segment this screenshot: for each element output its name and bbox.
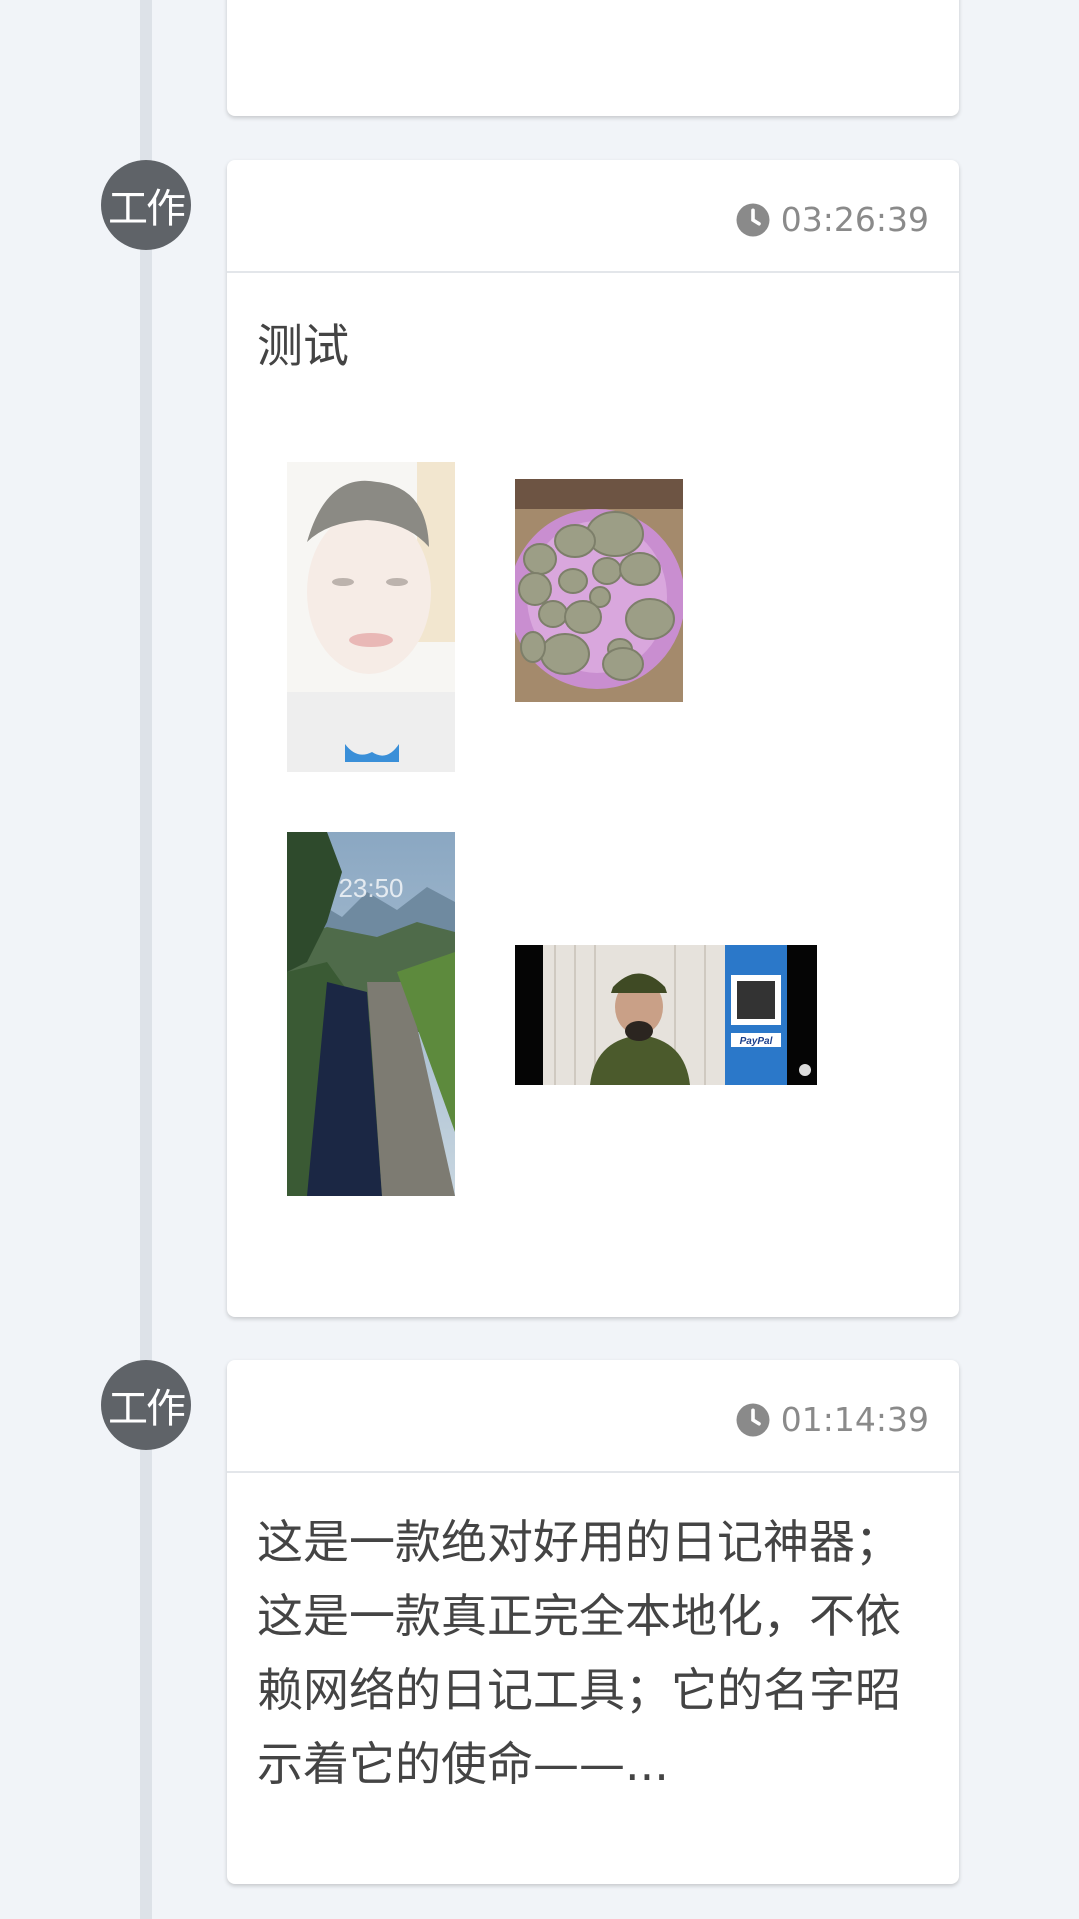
category-badge: 工作 bbox=[101, 160, 191, 250]
time-text: 01:14:39 bbox=[780, 1400, 929, 1439]
photo-video-frame[interactable]: PayPal bbox=[515, 945, 817, 1085]
entry-text: 这是一款绝对好用的日记神器；这是一款真正完全本地化，不依赖网络的日记工具；它的名… bbox=[257, 1515, 901, 1791]
photo-selfie[interactable] bbox=[287, 462, 455, 772]
clock-icon bbox=[736, 203, 770, 236]
diary-entry-card[interactable]: 03:26:39 测试 23:50 PayPal bbox=[227, 160, 959, 1317]
paypal-label: PayPal bbox=[740, 1036, 773, 1047]
clock-icon bbox=[736, 1403, 770, 1436]
diary-entry-card[interactable]: 01:14:39 这是一款绝对好用的日记神器；这是一款真正完全本地化，不依赖网络… bbox=[227, 1360, 959, 1884]
photo-lockscreen[interactable]: 23:50 bbox=[287, 832, 455, 1196]
category-label: 工作 bbox=[108, 1386, 186, 1432]
entry-title: 测试 bbox=[257, 319, 349, 373]
entry-time: 03:26:39 bbox=[735, 200, 929, 239]
lockscreen-clock: 23:50 bbox=[338, 873, 403, 903]
time-text: 03:26:39 bbox=[780, 200, 929, 239]
entry-header: 01:14:39 bbox=[227, 1360, 959, 1473]
photo-potatoes[interactable] bbox=[515, 479, 683, 702]
timeline-line bbox=[140, 0, 152, 1919]
category-badge: 工作 bbox=[101, 1360, 191, 1450]
diary-entry-card-previous[interactable] bbox=[227, 0, 959, 116]
category-label: 工作 bbox=[108, 186, 186, 232]
entry-time: 01:14:39 bbox=[735, 1400, 929, 1439]
entry-header: 03:26:39 bbox=[227, 160, 959, 273]
